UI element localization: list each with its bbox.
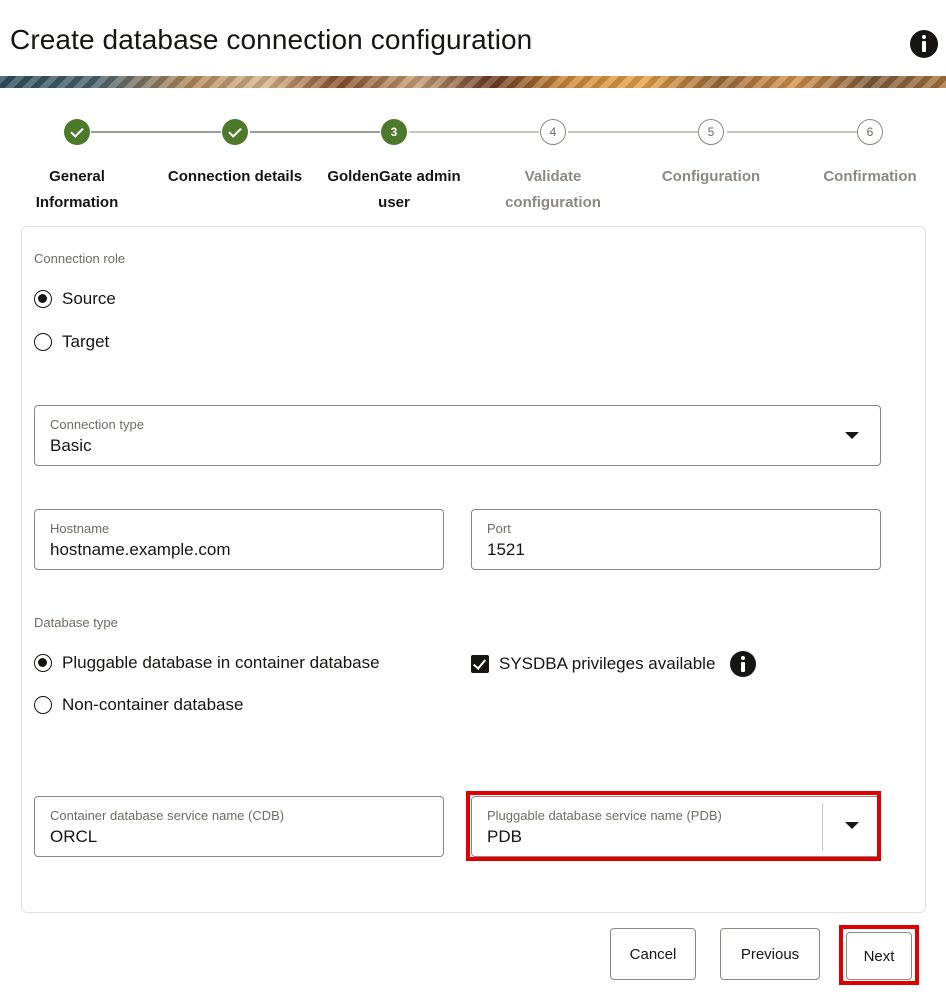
page-header: Create database connection configuration <box>0 0 946 76</box>
radio-source-label: Source <box>62 289 116 308</box>
cdb-service-name-field[interactable]: Container database service name (CDB) OR… <box>34 796 444 857</box>
radio-source[interactable]: Source <box>34 289 116 309</box>
step-2-complete-icon[interactable] <box>222 119 248 145</box>
step-4-label-line2: configuration <box>505 194 601 211</box>
step-6-label: Confirmation <box>790 164 946 190</box>
step-5-number: 5 <box>707 125 715 139</box>
radio-target[interactable]: Target <box>34 332 109 352</box>
step-4-number: 4 <box>549 125 557 139</box>
radio-pluggable-database[interactable]: Pluggable database in container database <box>34 653 380 673</box>
chevron-down-icon[interactable] <box>845 432 859 439</box>
connection-type-select[interactable]: Connection type Basic <box>34 405 881 466</box>
hostname-label: Hostname <box>50 521 110 536</box>
step-2-label: Connection details <box>155 164 315 190</box>
radio-non-container-database[interactable]: Non-container database <box>34 695 243 715</box>
radio-target-label: Target <box>62 332 110 351</box>
port-field[interactable]: Port 1521 <box>471 509 881 570</box>
info-icon[interactable] <box>910 30 938 58</box>
sysdba-checkbox-row[interactable]: SYSDBA privileges available <box>471 651 757 677</box>
radio-non-container-label: Non-container database <box>62 695 244 714</box>
step-3-number: 3 <box>390 125 398 139</box>
page-title: Create database connection configuration <box>10 24 533 55</box>
step-3-label: GoldenGate admin user <box>314 164 474 216</box>
step-4-label-line1: Validate <box>524 168 582 185</box>
port-value: 1521 <box>487 540 525 559</box>
step-3-label-line2: user <box>378 194 410 211</box>
info-icon[interactable] <box>730 651 757 677</box>
port-label: Port <box>487 521 511 536</box>
step-6-pending: 6 <box>857 119 883 145</box>
hostname-field[interactable]: Hostname hostname.example.com <box>34 509 444 570</box>
step-connector <box>727 131 857 133</box>
step-3-label-line1: GoldenGate admin <box>327 168 461 185</box>
cancel-button[interactable]: Cancel <box>610 928 696 980</box>
cdb-label: Container database service name (CDB) <box>50 808 285 823</box>
step-3-current[interactable]: 3 <box>381 119 407 145</box>
step-6-number: 6 <box>866 125 874 139</box>
wizard-stepper: General Information Connection details 3… <box>0 116 946 216</box>
step-6-label-line1: Confirmation <box>823 168 917 185</box>
connection-type-value: Basic <box>50 436 92 455</box>
step-2-label-line1: Connection details <box>167 168 303 185</box>
step-1-complete-icon[interactable] <box>64 119 90 145</box>
radio-pluggable-label: Pluggable database in container database <box>62 653 380 672</box>
step-1-label: General Information <box>0 164 157 216</box>
check-icon <box>228 123 242 138</box>
step-connector <box>250 131 380 133</box>
step-connector <box>409 131 539 133</box>
step-connector <box>568 131 698 133</box>
step-connector <box>91 131 221 133</box>
sysdba-checkbox[interactable] <box>471 655 489 673</box>
check-icon <box>70 123 84 138</box>
step-1-label-line2: Information <box>35 194 119 211</box>
step-1-label-line1: General <box>49 168 105 185</box>
pdb-highlight-box <box>466 791 881 861</box>
radio-button-checked[interactable] <box>34 654 52 672</box>
next-highlight-box <box>839 925 919 985</box>
sysdba-label: SYSDBA privileges available <box>499 654 716 673</box>
cdb-value: ORCL <box>50 827 98 846</box>
step-5-label-line1: Configuration <box>661 168 761 185</box>
connection-role-label: Connection role <box>34 251 126 266</box>
step-4-label: Validate configuration <box>473 164 633 216</box>
step-5-label: Configuration <box>631 164 791 190</box>
hostname-value: hostname.example.com <box>50 540 231 559</box>
radio-button-unchecked[interactable] <box>34 333 52 351</box>
decorative-banner <box>0 76 946 88</box>
radio-button-checked[interactable] <box>34 290 52 308</box>
database-type-label: Database type <box>34 615 118 630</box>
radio-button-unchecked[interactable] <box>34 696 52 714</box>
connection-type-label: Connection type <box>50 417 144 432</box>
previous-button[interactable]: Previous <box>720 928 820 980</box>
step-4-pending: 4 <box>540 119 566 145</box>
step-5-pending: 5 <box>698 119 724 145</box>
